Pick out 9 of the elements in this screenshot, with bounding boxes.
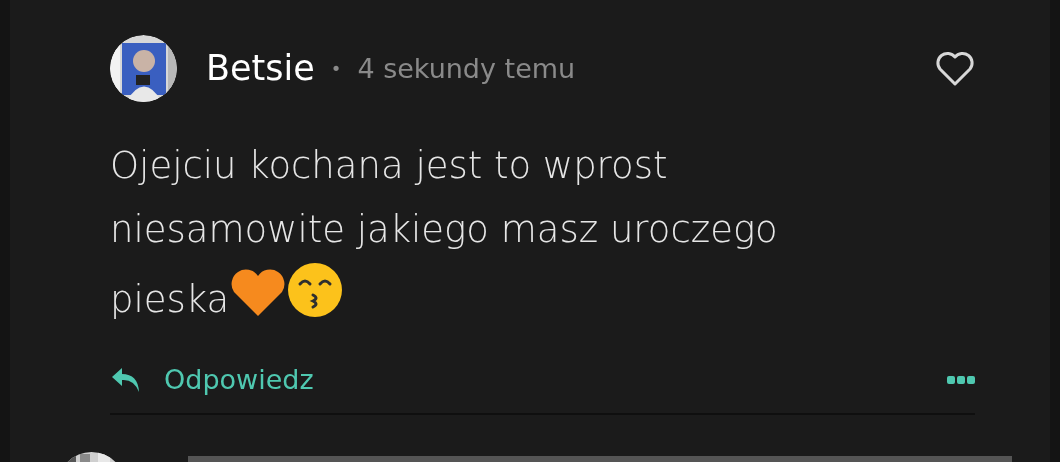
more-options-icon[interactable] [947,375,975,385]
author-name[interactable]: Betsie [206,51,315,86]
reply-button[interactable]: Odpowiedz [110,359,314,401]
kissing-face-emoji-icon [287,262,344,318]
like-heart-icon[interactable] [935,50,975,87]
comment-time: 4 sekundy temu [357,55,576,82]
reply-arrow-icon [110,366,142,394]
separator-dot: • [330,57,342,81]
comment-text: Ojejciu kochana jest to wprost niesamowite jakiego masz uroczego pieska [110,143,779,323]
